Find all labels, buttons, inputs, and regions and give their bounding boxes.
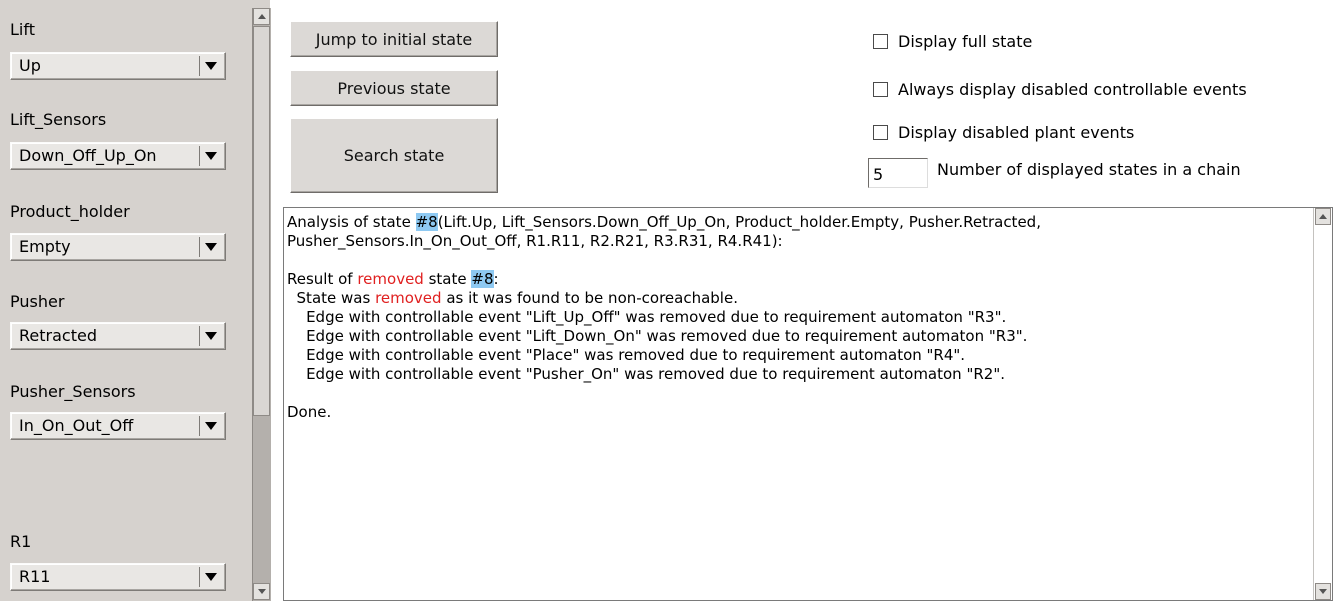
done-line: Done.	[287, 403, 332, 421]
jump-to-initial-state-button[interactable]: Jump to initial state	[290, 21, 498, 57]
automaton-label-pusher: Pusher	[10, 292, 65, 311]
select-value: Up	[19, 56, 41, 75]
state-ref-highlight: #8	[415, 213, 438, 231]
automaton-label-r1: R1	[10, 532, 32, 551]
dropdown-arrow-icon[interactable]	[199, 416, 222, 436]
analysis-state-tuple: (Lift.Up, Lift_Sensors.Down_Off_Up_On, P…	[437, 213, 1041, 231]
edge-line: Edge with controllable event "Place" was…	[287, 346, 966, 364]
result-line: Result of removed state #8:	[287, 270, 1307, 289]
display-full-state-label: Display full state	[898, 32, 1033, 51]
edge-line: Edge with controllable event "Lift_Down_…	[287, 327, 1028, 345]
display-disabled-plant-checkbox[interactable]	[873, 125, 888, 140]
chain-count-input[interactable]: 5	[868, 158, 928, 188]
analysis-text-area[interactable]: Analysis of state #8(Lift.Up, Lift_Senso…	[283, 207, 1333, 601]
chain-count-label: Number of displayed states in a chain	[937, 160, 1241, 179]
product-holder-state-select[interactable]: Empty	[10, 233, 226, 261]
analysis-content: Analysis of state #8(Lift.Up, Lift_Senso…	[287, 213, 1307, 422]
scrollbar-thumb[interactable]	[253, 26, 270, 416]
lift-state-select[interactable]: Up	[10, 52, 226, 80]
r1-state-select[interactable]: R11	[10, 563, 226, 591]
automata-panel: Lift Up Lift_Sensors Down_Off_Up_On Prod…	[0, 0, 271, 601]
automaton-label-lift: Lift	[10, 20, 35, 39]
result-prefix: Result of	[287, 270, 358, 288]
automaton-label-pusher-sensors: Pusher_Sensors	[10, 382, 136, 401]
pusher-sensors-state-select[interactable]: In_On_Out_Off	[10, 412, 226, 440]
lift-sensors-state-select[interactable]: Down_Off_Up_On	[10, 142, 226, 170]
search-state-button[interactable]: Search state	[290, 118, 498, 193]
select-value: Empty	[19, 237, 71, 256]
select-value: Down_Off_Up_On	[19, 146, 157, 165]
analysis-prefix: Analysis of state	[287, 213, 416, 231]
removed-prefix: State was	[287, 289, 376, 307]
display-disabled-plant-option[interactable]: Display disabled plant events	[873, 123, 1134, 142]
always-display-disabled-label: Always display disabled controllable eve…	[898, 80, 1247, 99]
select-value: R11	[19, 567, 51, 586]
display-full-state-option[interactable]: Display full state	[873, 32, 1032, 51]
dropdown-arrow-icon[interactable]	[199, 237, 222, 257]
removed-keyword: removed	[357, 270, 424, 288]
edge-line: Edge with controllable event "Lift_Up_Of…	[287, 308, 1007, 326]
select-value: Retracted	[19, 326, 97, 345]
select-value: In_On_Out_Off	[19, 416, 134, 435]
dropdown-arrow-icon[interactable]	[199, 146, 222, 166]
state-ref-highlight: #8	[471, 270, 494, 288]
pusher-state-select[interactable]: Retracted	[10, 322, 226, 350]
display-disabled-plant-label: Display disabled plant events	[898, 123, 1135, 142]
scroll-down-arrow-icon[interactable]	[253, 583, 270, 600]
analysis-header-line: Analysis of state #8(Lift.Up, Lift_Senso…	[287, 213, 1307, 232]
dropdown-arrow-icon[interactable]	[199, 567, 222, 587]
removed-line: State was removed as it was found to be …	[287, 289, 1307, 308]
always-display-disabled-checkbox[interactable]	[873, 82, 888, 97]
dropdown-arrow-icon[interactable]	[199, 56, 222, 76]
scroll-up-arrow-icon[interactable]	[1315, 208, 1331, 225]
scroll-down-arrow-icon[interactable]	[1315, 583, 1331, 600]
automaton-label-product-holder: Product_holder	[10, 202, 130, 221]
analysis-scrollbar[interactable]	[1313, 208, 1332, 600]
display-full-state-checkbox[interactable]	[873, 34, 888, 49]
result-middle: state	[423, 270, 472, 288]
dropdown-arrow-icon[interactable]	[199, 326, 222, 346]
result-suffix: :	[493, 270, 499, 288]
removed-suffix: as it was found to be non-coreachable.	[441, 289, 738, 307]
scroll-up-arrow-icon[interactable]	[253, 8, 270, 25]
removed-keyword: removed	[375, 289, 442, 307]
left-panel-scrollbar[interactable]	[252, 8, 271, 601]
edge-line: Edge with controllable event "Pusher_On"…	[287, 365, 1005, 383]
automaton-label-lift-sensors: Lift_Sensors	[10, 110, 107, 129]
always-display-disabled-option[interactable]: Always display disabled controllable eve…	[873, 80, 1247, 99]
previous-state-button[interactable]: Previous state	[290, 70, 498, 106]
analysis-state-tuple-cont: Pusher_Sensors.In_On_Out_Off, R1.R11, R2…	[287, 232, 783, 250]
